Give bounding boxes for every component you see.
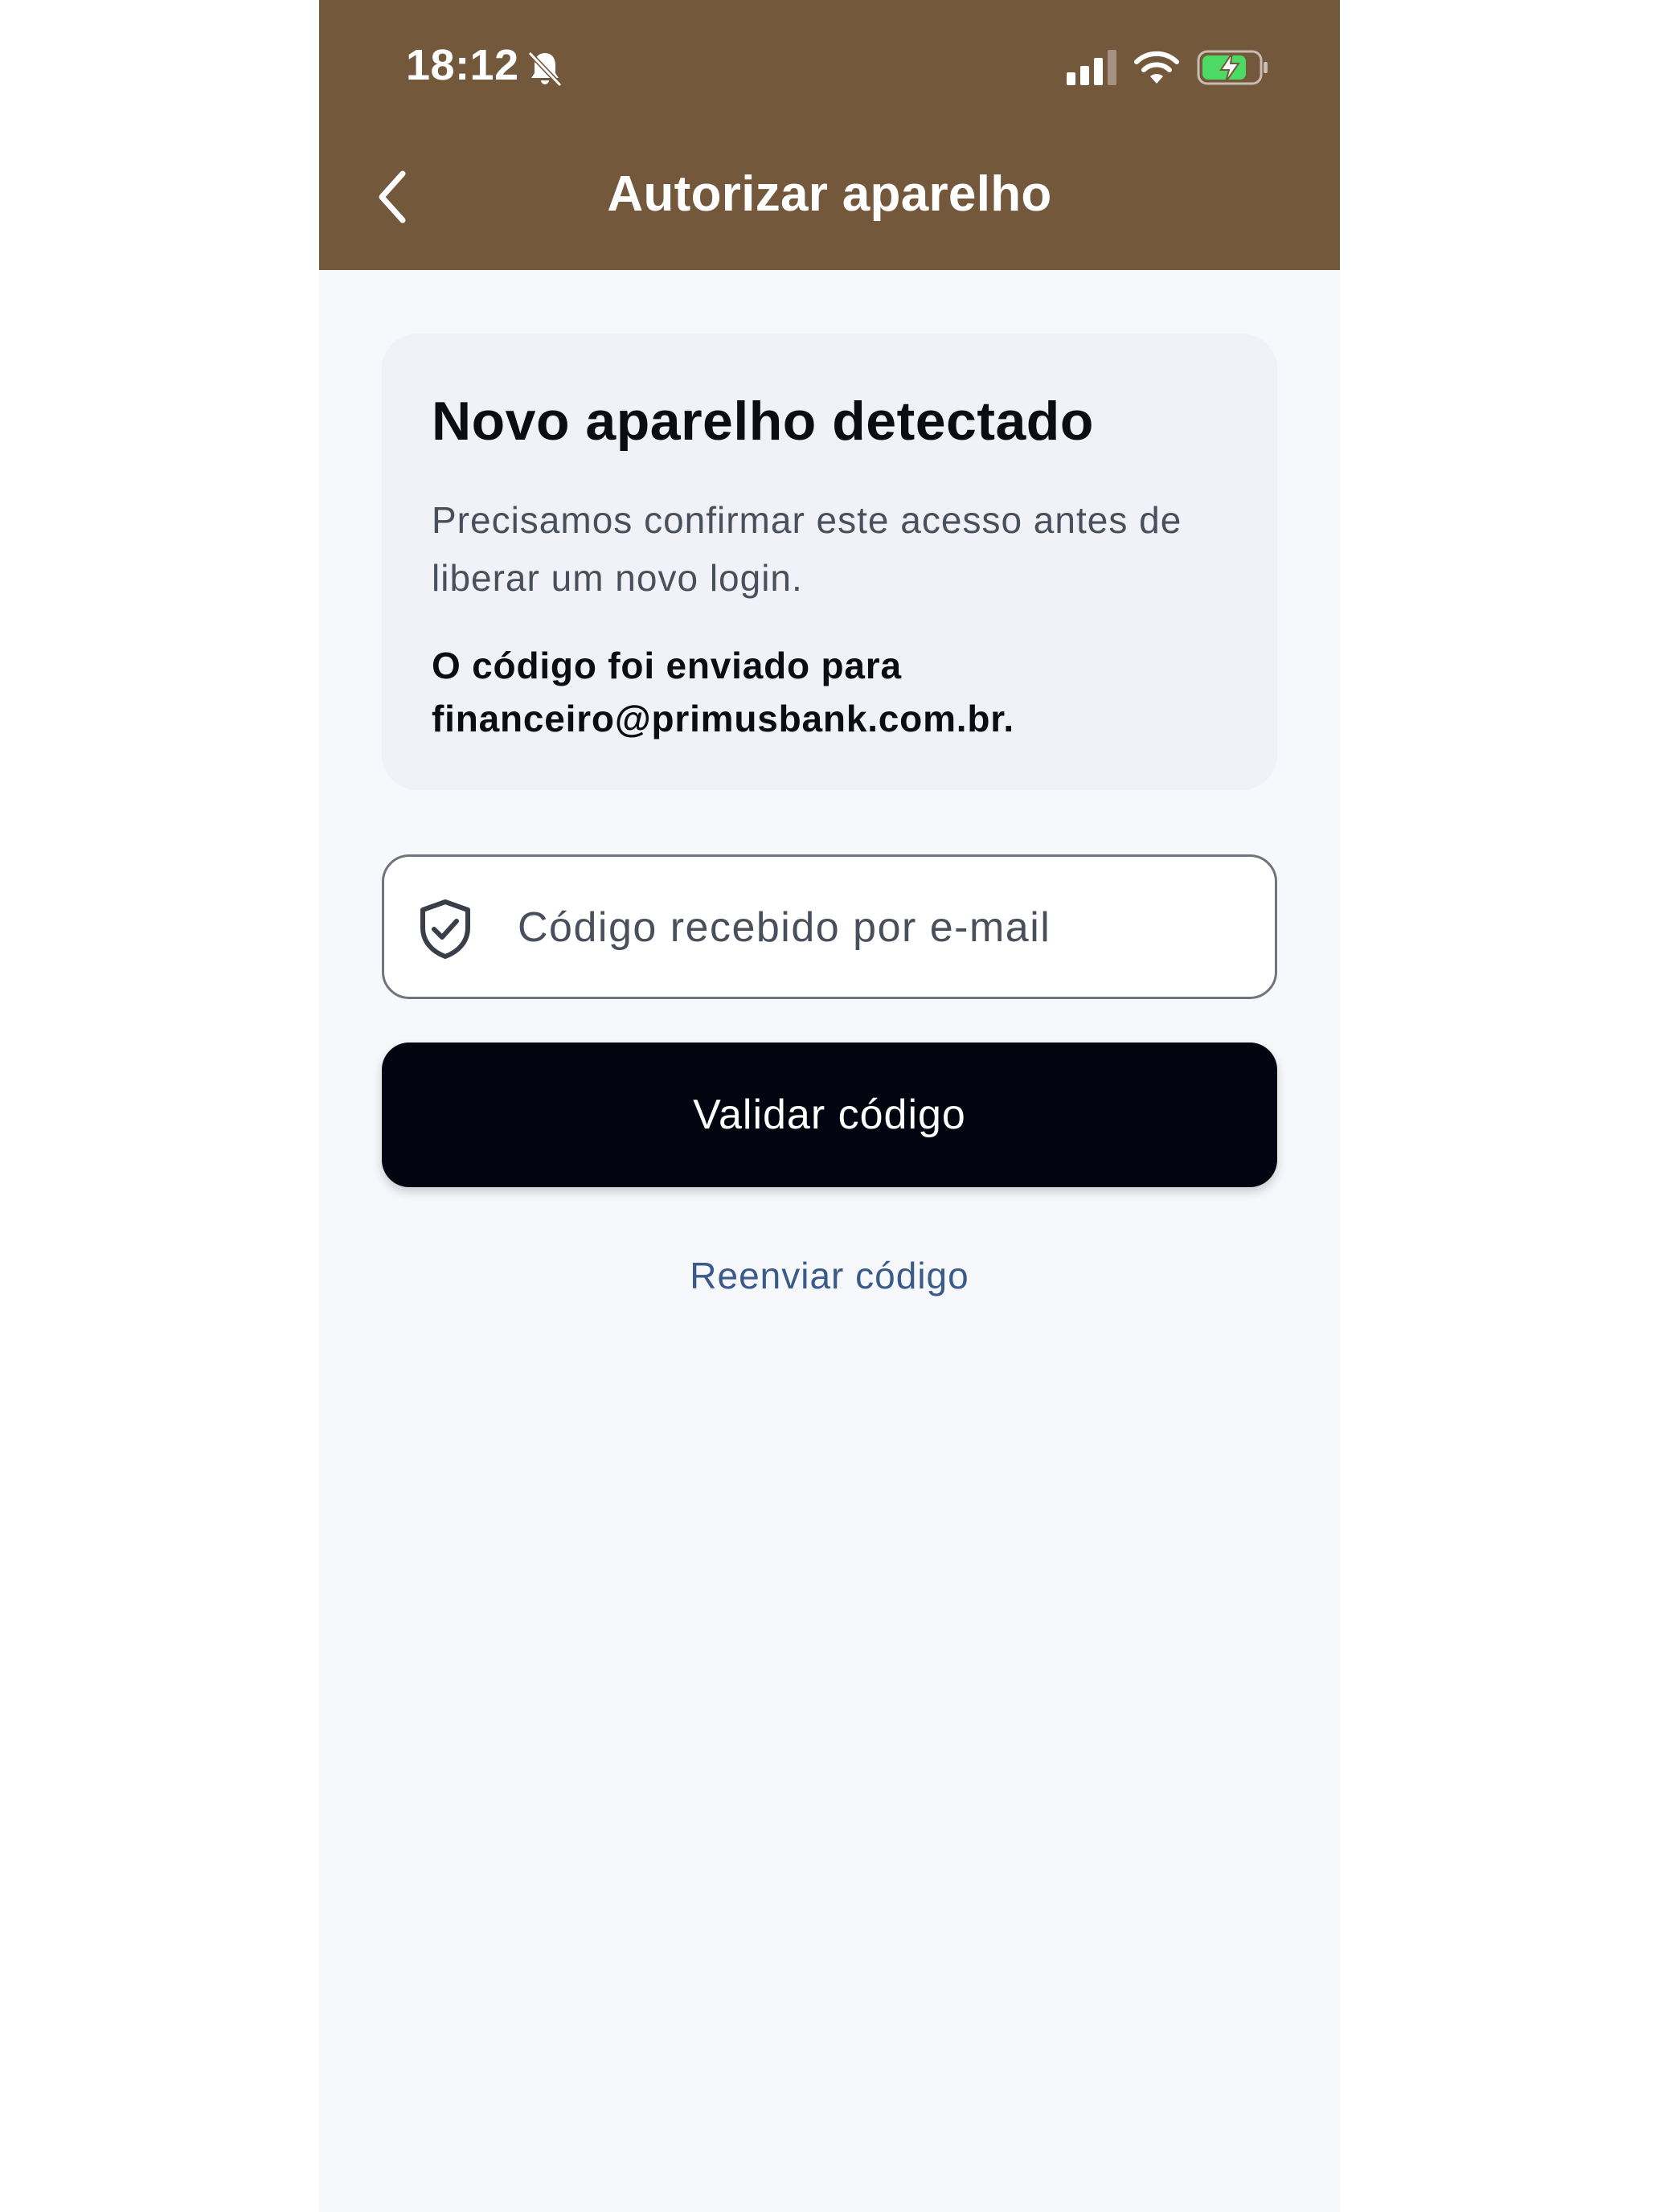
bell-slash-icon [527, 51, 563, 88]
card-description: Precisamos confirmar este acesso antes d… [432, 499, 1182, 599]
cellular-signal-icon [1067, 50, 1116, 85]
code-field[interactable] [382, 854, 1277, 999]
page-title: Autorizar aparelho [607, 166, 1052, 222]
resend-code-link[interactable]: Reenviar código [319, 1254, 1340, 1297]
battery-charging-icon [1197, 50, 1268, 85]
status-time: 18:12 [406, 41, 519, 89]
app-header: 18:12 Autorizar aparelho [319, 0, 1340, 270]
card-title: Novo aparelho detectado [432, 391, 1094, 452]
new-device-card: Novo aparelho detectado Precisamos confi… [382, 334, 1277, 790]
code-input[interactable] [518, 889, 1241, 966]
wifi-icon [1134, 51, 1179, 84]
code-sent-info: O código foi enviado para financeiro@pri… [432, 645, 1014, 739]
shield-check-icon [420, 899, 470, 959]
phone-screen: 18:12 Autorizar aparelho Novo aparelho d… [319, 0, 1340, 2212]
validate-code-button[interactable]: Validar código [382, 1043, 1277, 1187]
